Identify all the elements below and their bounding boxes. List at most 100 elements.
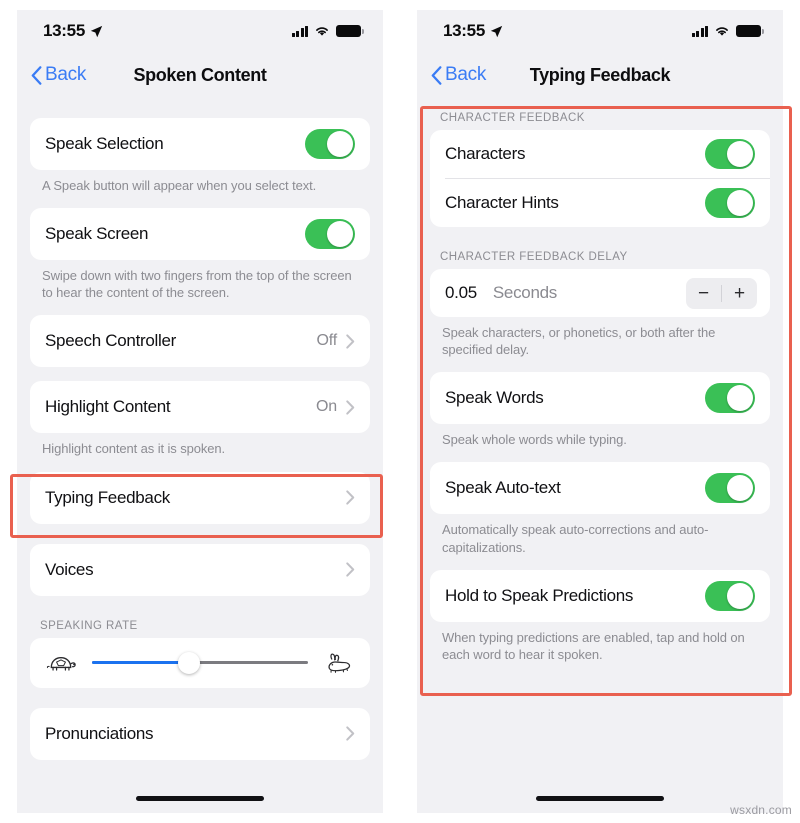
chevron-left-icon xyxy=(31,65,42,85)
cellular-signal-icon xyxy=(691,25,708,37)
back-button[interactable]: Back xyxy=(431,64,486,86)
row-label: Highlight Content xyxy=(45,397,171,417)
status-bar-left: 13:55 xyxy=(443,21,503,41)
row-value: On xyxy=(316,398,337,416)
row-label: Pronunciations xyxy=(45,723,154,743)
toggle-character-hints[interactable] xyxy=(705,188,755,218)
row-feedback-delay: 0.05 Seconds − + xyxy=(430,269,770,317)
battery-full-icon xyxy=(336,25,364,37)
status-bar-time: 13:55 xyxy=(443,21,485,40)
row-speaking-rate xyxy=(30,638,370,688)
chevron-right-icon xyxy=(346,400,355,415)
rabbit-icon xyxy=(328,653,351,673)
footnote-speak-auto-text: Automatically speak auto-corrections and… xyxy=(442,522,709,555)
navigation-bar: Back Typing Feedback xyxy=(417,52,783,98)
turtle-icon xyxy=(46,656,76,671)
card-character-feedback-delay: 0.05 Seconds − + xyxy=(430,269,770,317)
watermark: wsxdn.com xyxy=(730,803,792,817)
row-label: Characters xyxy=(445,144,526,163)
toggle-hold-to-speak-predictions[interactable] xyxy=(705,580,755,611)
toggle-knob xyxy=(727,385,753,412)
back-button-label: Back xyxy=(445,64,487,85)
status-bar: 13:55 xyxy=(17,10,383,52)
footnote-feedback-delay: Speak characters, or phonetics, or both … xyxy=(442,325,716,358)
row-label: Speak Auto-text xyxy=(445,478,561,498)
card-highlight-content: Highlight Content On xyxy=(30,381,370,434)
card-pronunciations: Pronunciations xyxy=(30,707,370,760)
delay-stepper: − + xyxy=(686,277,757,309)
row-hold-to-speak-predictions[interactable]: Hold to Speak Predictions xyxy=(430,570,770,622)
settings-list: Speak Selection A Speak button will appe… xyxy=(17,98,383,760)
back-button[interactable]: Back xyxy=(31,64,86,86)
footnote-highlight-content: Highlight content as it is spoken. xyxy=(42,441,226,457)
battery-full-icon xyxy=(736,25,764,37)
chevron-right-icon xyxy=(346,334,355,349)
wifi-icon xyxy=(716,27,728,36)
row-pronunciations[interactable]: Pronunciations xyxy=(30,708,370,760)
card-speak-auto-text: Speak Auto-text xyxy=(430,462,770,515)
toggle-knob xyxy=(727,582,753,609)
row-label: Typing Feedback xyxy=(45,487,170,507)
footnote-hold-to-speak-predictions: When typing predictions are enabled, tap… xyxy=(442,629,745,662)
cellular-signal-icon xyxy=(291,25,308,37)
row-speak-words[interactable]: Speak Words xyxy=(430,372,770,424)
row-speak-auto-text[interactable]: Speak Auto-text xyxy=(430,462,770,514)
row-label: Speak Words xyxy=(445,388,544,408)
phone-screen-typing-feedback: 13:55 Back Typing Feedback CHARACTER FEE… xyxy=(417,10,783,813)
status-bar-right xyxy=(291,25,364,37)
row-label: Hold to Speak Predictions xyxy=(445,585,634,605)
card-speak-screen: Speak Screen xyxy=(30,208,370,261)
wifi-icon xyxy=(316,27,328,36)
card-speak-selection: Speak Selection xyxy=(30,118,370,170)
status-bar-time: 13:55 xyxy=(43,21,85,40)
back-button-label: Back xyxy=(45,64,87,85)
card-speak-words: Speak Words xyxy=(430,372,770,425)
footnote-speak-selection: A Speak button will appear when you sele… xyxy=(42,178,317,193)
toggle-speak-auto-text[interactable] xyxy=(705,473,755,504)
toggle-speak-selection[interactable] xyxy=(305,129,355,159)
chevron-right-icon xyxy=(346,562,355,577)
row-label: Character Hints xyxy=(445,193,559,212)
slider-track-fill xyxy=(92,660,190,665)
navigation-bar: Back Spoken Content xyxy=(17,52,383,98)
card-typing-feedback: Typing Feedback xyxy=(30,471,370,524)
row-label: Speech Controller xyxy=(45,331,176,351)
toggle-knob xyxy=(727,475,753,502)
stepper-decrement-button[interactable]: − xyxy=(686,278,721,309)
home-indicator xyxy=(536,796,664,801)
card-character-feedback: Characters Character Hints xyxy=(430,130,770,227)
row-label: Speak Selection xyxy=(45,134,164,153)
row-voices[interactable]: Voices xyxy=(30,544,370,596)
status-bar-left: 13:55 xyxy=(43,21,103,41)
row-typing-feedback[interactable]: Typing Feedback xyxy=(30,472,370,524)
row-label: Speak Screen xyxy=(45,224,149,244)
toggle-characters[interactable] xyxy=(705,139,755,169)
section-header-character-feedback-delay: CHARACTER FEEDBACK DELAY xyxy=(440,251,628,263)
toggle-speak-screen[interactable] xyxy=(305,219,355,250)
card-speaking-rate xyxy=(30,637,370,688)
row-speak-selection[interactable]: Speak Selection xyxy=(30,118,370,170)
section-header-speaking-rate: SPEAKING RATE xyxy=(40,619,138,632)
footnote-speak-words: Speak whole words while typing. xyxy=(442,432,627,448)
row-speech-controller[interactable]: Speech Controller Off xyxy=(30,315,370,367)
status-bar-right xyxy=(691,25,764,37)
phone-screen-spoken-content: 13:55 Back Spoken Content Speak Selectio… xyxy=(17,10,383,813)
section-header-character-feedback: CHARACTER FEEDBACK xyxy=(440,112,585,124)
toggle-knob xyxy=(327,221,353,248)
toggle-knob xyxy=(727,190,753,216)
toggle-speak-words[interactable] xyxy=(705,383,755,414)
stepper-increment-button[interactable]: + xyxy=(722,278,757,309)
home-indicator xyxy=(136,796,264,801)
row-characters[interactable]: Characters xyxy=(430,130,770,178)
card-speech-controller: Speech Controller Off xyxy=(30,315,370,368)
card-hold-to-speak-predictions: Hold to Speak Predictions xyxy=(430,569,770,622)
slider-thumb[interactable] xyxy=(178,651,201,674)
location-arrow-icon xyxy=(490,25,503,37)
delay-value: 0.05 xyxy=(445,283,477,302)
row-character-hints[interactable]: Character Hints xyxy=(430,179,770,227)
status-bar: 13:55 xyxy=(417,10,783,52)
row-value: Off xyxy=(316,332,338,350)
speaking-rate-slider[interactable] xyxy=(92,651,308,675)
row-highlight-content[interactable]: Highlight Content On xyxy=(30,381,370,433)
row-speak-screen[interactable]: Speak Screen xyxy=(30,208,370,260)
